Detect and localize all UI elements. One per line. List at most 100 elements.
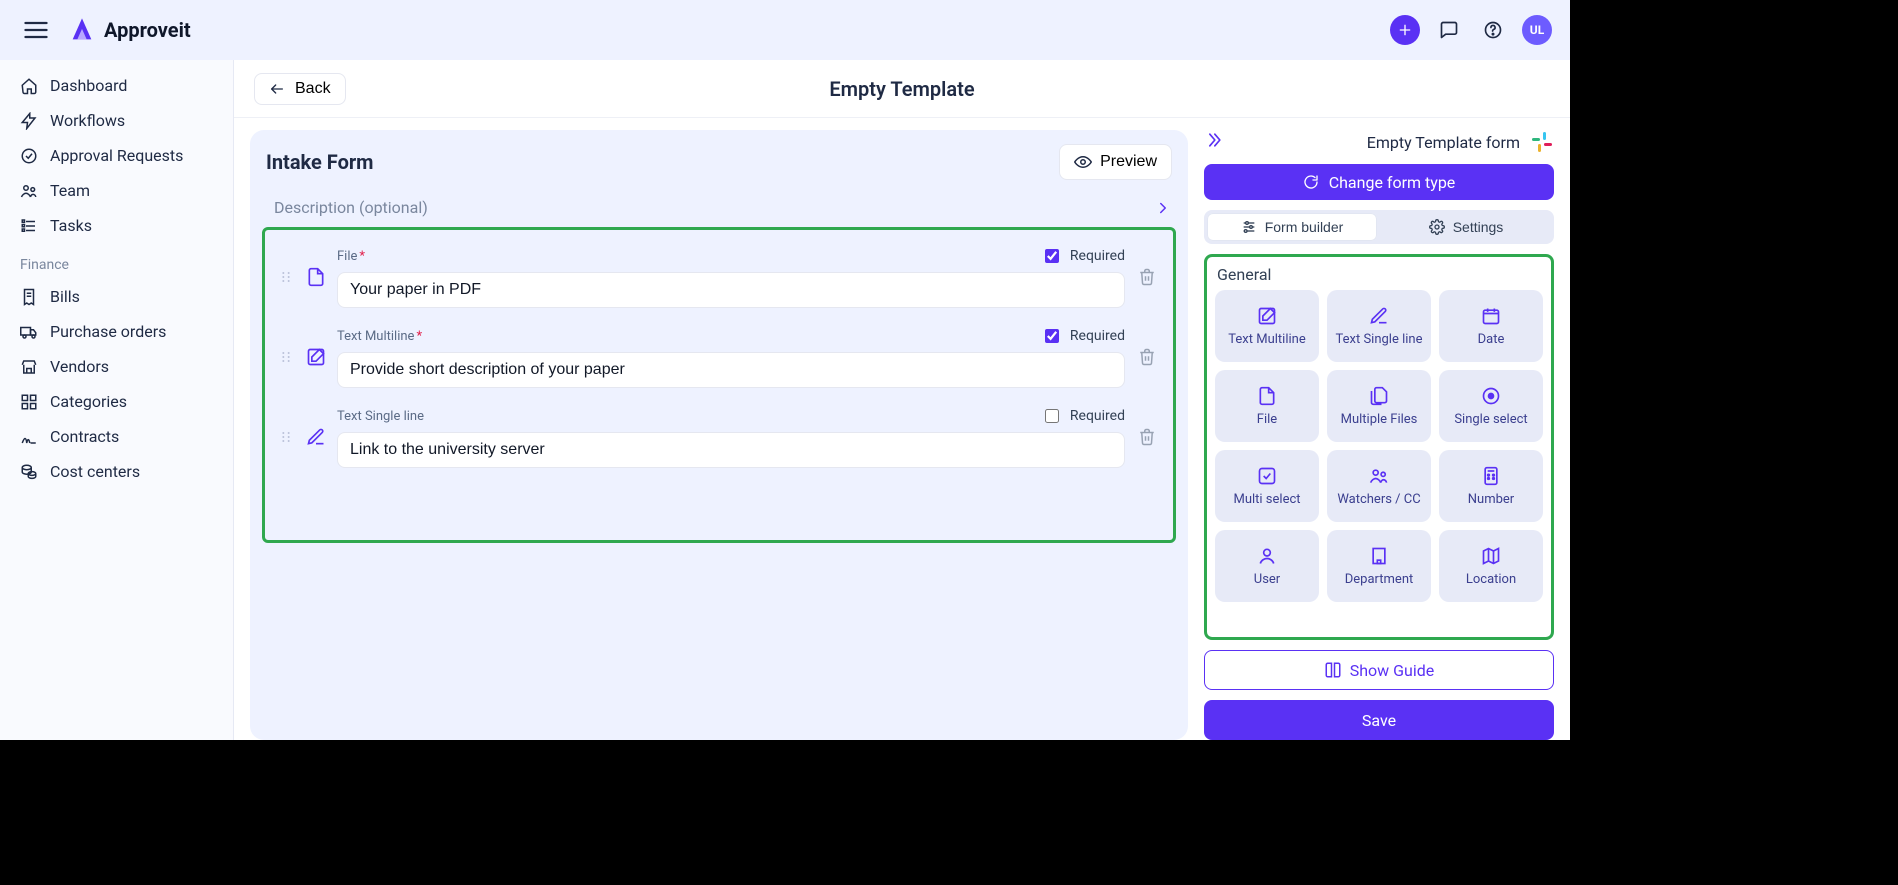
edit-square-icon bbox=[306, 347, 326, 367]
user-avatar[interactable]: UL bbox=[1522, 15, 1552, 45]
right-panel: Empty Template form Change form type bbox=[1204, 130, 1554, 740]
gear-icon bbox=[1429, 219, 1445, 235]
preview-label: Preview bbox=[1100, 153, 1157, 171]
arrow-left-icon bbox=[269, 81, 285, 97]
files-icon bbox=[1369, 386, 1389, 406]
palette-label: File bbox=[1257, 412, 1277, 427]
pencil-icon bbox=[306, 427, 326, 447]
save-button[interactable]: Save bbox=[1204, 700, 1554, 740]
page-header: Back Empty Template bbox=[234, 60, 1570, 118]
app-name: Approveit bbox=[104, 18, 191, 42]
sidebar-item-team[interactable]: Team bbox=[8, 173, 225, 208]
palette-single-select[interactable]: Single select bbox=[1439, 370, 1543, 442]
receipt-icon bbox=[20, 288, 38, 306]
palette-user[interactable]: User bbox=[1215, 530, 1319, 602]
palette-date[interactable]: Date bbox=[1439, 290, 1543, 362]
trash-icon bbox=[1138, 428, 1156, 446]
required-toggle[interactable]: Required bbox=[1041, 326, 1125, 346]
palette-watchers[interactable]: Watchers / CC bbox=[1327, 450, 1431, 522]
menu-button[interactable] bbox=[18, 12, 54, 48]
palette-multi-select[interactable]: Multi select bbox=[1215, 450, 1319, 522]
tab-form-builder[interactable]: Form builder bbox=[1207, 213, 1377, 241]
edit-square-icon bbox=[1257, 306, 1277, 326]
required-checkbox[interactable] bbox=[1045, 329, 1059, 343]
builder-dropzone[interactable]: File * Required bbox=[262, 227, 1176, 543]
collapse-right-panel[interactable] bbox=[1204, 130, 1224, 154]
sidebar-item-purchase-orders[interactable]: Purchase orders bbox=[8, 314, 225, 349]
truck-icon bbox=[20, 323, 38, 341]
refresh-icon bbox=[1303, 174, 1319, 190]
show-guide-button[interactable]: Show Guide bbox=[1204, 650, 1554, 690]
help-button[interactable] bbox=[1478, 15, 1508, 45]
description-placeholder: Description (optional) bbox=[274, 198, 428, 217]
delete-field-button[interactable] bbox=[1133, 428, 1161, 446]
required-checkbox[interactable] bbox=[1045, 409, 1059, 423]
app-logo[interactable]: Approveit bbox=[68, 16, 191, 44]
required-toggle[interactable]: Required bbox=[1041, 406, 1125, 426]
field-label-input[interactable] bbox=[337, 272, 1125, 308]
sidebar-item-workflows[interactable]: Workflows bbox=[8, 103, 225, 138]
drag-handle[interactable] bbox=[277, 429, 295, 445]
create-button[interactable] bbox=[1390, 15, 1420, 45]
preview-button[interactable]: Preview bbox=[1059, 144, 1172, 180]
building-icon bbox=[1369, 546, 1389, 566]
content-area: Back Empty Template Intake Form Preview bbox=[234, 60, 1570, 740]
palette-multiple-files[interactable]: Multiple Files bbox=[1327, 370, 1431, 442]
sidebar-section-finance: Finance bbox=[8, 243, 225, 279]
field-palette[interactable]: General Text Multiline Text Single line bbox=[1204, 254, 1554, 640]
back-button[interactable]: Back bbox=[254, 73, 346, 105]
palette-file[interactable]: File bbox=[1215, 370, 1319, 442]
grid-icon bbox=[20, 393, 38, 411]
slack-icon[interactable] bbox=[1530, 130, 1554, 154]
sidebar-item-contracts[interactable]: Contracts bbox=[8, 419, 225, 454]
delete-field-button[interactable] bbox=[1133, 268, 1161, 286]
book-icon bbox=[1324, 661, 1342, 679]
required-asterisk: * bbox=[416, 329, 422, 344]
required-checkbox[interactable] bbox=[1045, 249, 1059, 263]
palette-label: Multiple Files bbox=[1341, 412, 1418, 427]
palette-department[interactable]: Department bbox=[1327, 530, 1431, 602]
drag-icon bbox=[278, 269, 294, 285]
sidebar-item-label: Team bbox=[50, 181, 90, 200]
file-icon bbox=[1257, 386, 1277, 406]
sidebar-item-tasks[interactable]: Tasks bbox=[8, 208, 225, 243]
right-tabs: Form builder Settings bbox=[1204, 210, 1554, 244]
required-asterisk: * bbox=[359, 249, 365, 264]
sidebar-item-bills[interactable]: Bills bbox=[8, 279, 225, 314]
team-icon bbox=[20, 182, 38, 200]
field-label-input[interactable] bbox=[337, 352, 1125, 388]
required-toggle[interactable]: Required bbox=[1041, 246, 1125, 266]
drag-handle[interactable] bbox=[277, 269, 295, 285]
description-row[interactable]: Description (optional) bbox=[250, 192, 1188, 227]
sidebar-item-vendors[interactable]: Vendors bbox=[8, 349, 225, 384]
file-type-icon bbox=[303, 267, 329, 287]
form-field-row: Text Single line Required bbox=[277, 400, 1161, 480]
palette-label: Text Multiline bbox=[1228, 332, 1305, 347]
field-type-label: Text Multiline bbox=[337, 329, 414, 344]
bolt-icon bbox=[20, 112, 38, 130]
field-label-input[interactable] bbox=[337, 432, 1125, 468]
sidebar-item-approval-requests[interactable]: Approval Requests bbox=[8, 138, 225, 173]
palette-label: Single select bbox=[1454, 412, 1527, 427]
sidebar-item-dashboard[interactable]: Dashboard bbox=[8, 68, 225, 103]
sidebar: Dashboard Workflows Approval Requests Te… bbox=[0, 60, 234, 740]
signature-icon bbox=[20, 428, 38, 446]
trash-icon bbox=[1138, 268, 1156, 286]
palette-text-multiline[interactable]: Text Multiline bbox=[1215, 290, 1319, 362]
sidebar-item-label: Approval Requests bbox=[50, 146, 183, 165]
help-icon bbox=[1483, 20, 1503, 40]
palette-text-single[interactable]: Text Single line bbox=[1327, 290, 1431, 362]
drag-handle[interactable] bbox=[277, 349, 295, 365]
form-field-row: File * Required bbox=[277, 240, 1161, 320]
messages-button[interactable] bbox=[1434, 15, 1464, 45]
delete-field-button[interactable] bbox=[1133, 348, 1161, 366]
tab-settings[interactable]: Settings bbox=[1381, 213, 1551, 241]
pencil-icon bbox=[1369, 306, 1389, 326]
sidebar-item-categories[interactable]: Categories bbox=[8, 384, 225, 419]
palette-location[interactable]: Location bbox=[1439, 530, 1543, 602]
change-form-type-button[interactable]: Change form type bbox=[1204, 164, 1554, 200]
palette-grid: Text Multiline Text Single line Date bbox=[1215, 290, 1543, 602]
sidebar-item-label: Cost centers bbox=[50, 462, 140, 481]
palette-number[interactable]: Number bbox=[1439, 450, 1543, 522]
sidebar-item-cost-centers[interactable]: Cost centers bbox=[8, 454, 225, 489]
